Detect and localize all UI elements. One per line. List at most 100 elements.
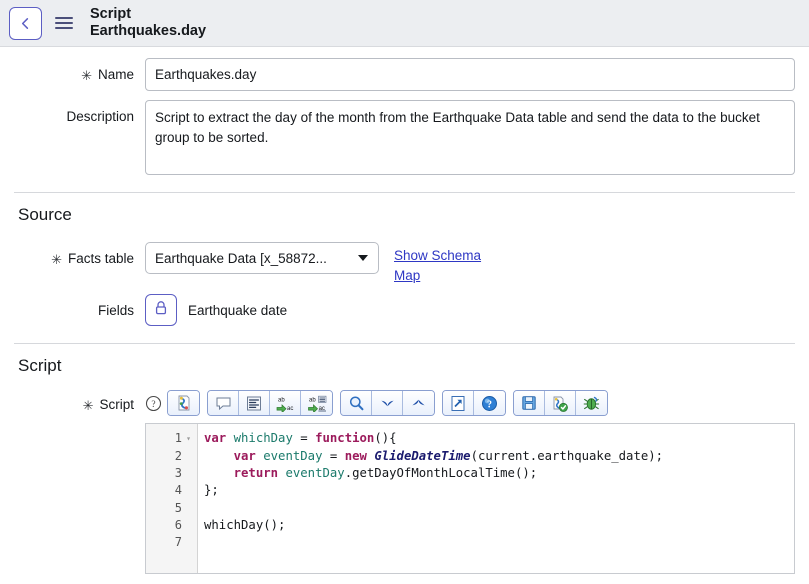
script-toolbar: ? ab ac ab ac ? bbox=[145, 390, 795, 417]
name-label-text: Name bbox=[97, 67, 134, 82]
gutter-line-number: 2 bbox=[174, 448, 182, 463]
find-next-icon[interactable] bbox=[372, 391, 403, 416]
fields-label: Fields bbox=[14, 294, 145, 326]
code-token: }; bbox=[204, 483, 219, 498]
code-token: = bbox=[329, 448, 345, 463]
facts-table-row: ✳ Facts table Earthquake Data [x_58872..… bbox=[0, 242, 809, 285]
app-header: Script Earthquakes.day bbox=[0, 0, 809, 47]
script-row: ✳ Script ? ab ac ab ac ? 1 ▾ 2 3 4 5 6 7… bbox=[0, 390, 809, 575]
description-label-text: Description bbox=[66, 109, 134, 124]
toolbar-group-window: ? bbox=[442, 390, 506, 417]
fields-row: Fields Earthquake date bbox=[0, 294, 809, 327]
gutter-line-number: 3 bbox=[174, 465, 182, 480]
toolbar-group-actions bbox=[513, 390, 608, 417]
code-token: (){ bbox=[374, 431, 397, 446]
name-label: ✳ Name bbox=[14, 58, 145, 91]
gutter-line-number: 6 bbox=[174, 518, 182, 533]
code-token: = bbox=[300, 431, 316, 446]
name-input[interactable] bbox=[145, 58, 795, 91]
code-token: new bbox=[344, 448, 367, 463]
code-fold-toggle[interactable]: ▾ bbox=[184, 430, 193, 447]
editor-code[interactable]: var whichDay = function(){ var eventDay … bbox=[198, 424, 794, 573]
code-token: eventDay bbox=[278, 465, 345, 480]
code-token: function bbox=[315, 431, 375, 446]
comment-icon[interactable] bbox=[208, 391, 239, 416]
facts-table-value: Earthquake Data [x_58872... bbox=[155, 250, 327, 266]
hamburger-icon[interactable] bbox=[55, 7, 77, 40]
script-section-title: Script bbox=[18, 356, 62, 376]
page-title-kicker: Script bbox=[90, 5, 132, 22]
fields-label-text: Fields bbox=[97, 302, 134, 318]
code-line: var whichDay = function(){ bbox=[204, 430, 794, 447]
show-schema-map-link[interactable]: Show Schema Map bbox=[394, 242, 506, 285]
code-token: GlideDateTime bbox=[374, 448, 471, 463]
replace-icon[interactable]: ab ac bbox=[270, 391, 301, 416]
fields-value: Earthquake date bbox=[188, 302, 288, 318]
gutter-line-number: 7 bbox=[174, 535, 182, 550]
code-line: var eventDay = new GlideDateTime(current… bbox=[204, 448, 794, 465]
replace-all-icon[interactable]: ab ac bbox=[301, 391, 332, 416]
back-button[interactable] bbox=[9, 6, 42, 40]
form-area: ✳ Name Description Script to extract the… bbox=[0, 58, 809, 575]
code-token: return bbox=[233, 465, 279, 480]
page-title: Script Earthquakes.day bbox=[90, 6, 206, 40]
syntax-check-icon[interactable] bbox=[545, 391, 576, 416]
facts-table-select[interactable]: Earthquake Data [x_58872... bbox=[145, 242, 379, 274]
editor-gutter: 1 ▾ 2 3 4 5 6 7 bbox=[146, 424, 198, 574]
code-editor[interactable]: 1 ▾ 2 3 4 5 6 7 var whichDay = function(){ var … bbox=[145, 423, 795, 575]
gutter-line-number: 5 bbox=[174, 500, 182, 515]
page-title-main: Earthquakes.day bbox=[90, 23, 207, 39]
svg-text:?: ? bbox=[151, 400, 155, 410]
open-external-icon[interactable] bbox=[443, 391, 474, 416]
code-token: var bbox=[204, 431, 227, 446]
code-line: }; bbox=[204, 482, 794, 499]
toolbar-group-edit: ab ac ab ac bbox=[207, 390, 333, 417]
facts-table-label-text: Facts table bbox=[67, 250, 134, 266]
chevron-left-icon bbox=[18, 16, 33, 31]
script-label-text: Script bbox=[99, 396, 134, 412]
format-code-icon[interactable] bbox=[239, 391, 270, 416]
required-marker-icon: ✳ bbox=[51, 251, 62, 267]
lock-icon bbox=[154, 300, 168, 321]
code-token: whichDay(); bbox=[204, 518, 286, 533]
search-icon[interactable] bbox=[341, 391, 372, 416]
toolbar-group-find bbox=[340, 390, 435, 417]
code-token: (current.earthquake_date); bbox=[470, 448, 664, 463]
description-label: Description bbox=[14, 100, 145, 133]
help-circle-icon[interactable]: ? bbox=[145, 395, 162, 412]
svg-text:ab: ab bbox=[309, 397, 316, 403]
svg-text:ab: ab bbox=[278, 397, 285, 403]
lock-button[interactable] bbox=[145, 294, 177, 327]
name-row: ✳ Name bbox=[0, 58, 809, 91]
svg-text:ac: ac bbox=[287, 406, 293, 412]
facts-table-label: ✳ Facts table bbox=[14, 242, 145, 274]
description-textarea[interactable]: Script to extract the day of the month f… bbox=[145, 100, 795, 175]
help-icon[interactable]: ? bbox=[474, 391, 505, 416]
save-icon[interactable] bbox=[514, 391, 545, 416]
toolbar-group-editor bbox=[167, 390, 200, 417]
gutter-line-number: 4 bbox=[174, 483, 182, 498]
hamburger-line bbox=[55, 27, 73, 29]
source-section-title: Source bbox=[18, 205, 72, 224]
required-marker-icon: ✳ bbox=[81, 68, 92, 83]
script-syntax-editor-icon[interactable] bbox=[168, 391, 199, 416]
script-editor-panel: ? ab ac ab ac ? 1 ▾ 2 3 4 5 6 7 var whic… bbox=[145, 390, 795, 575]
hamburger-line bbox=[55, 17, 73, 19]
code-token: var bbox=[233, 448, 256, 463]
required-marker-icon: ✳ bbox=[82, 397, 94, 413]
code-token: whichDay bbox=[226, 431, 301, 446]
svg-text:?: ? bbox=[487, 399, 492, 410]
debug-icon[interactable] bbox=[576, 391, 607, 416]
facts-table-select-wrap: Earthquake Data [x_58872... bbox=[145, 242, 379, 274]
code-line: whichDay(); bbox=[204, 517, 794, 534]
hamburger-line bbox=[55, 22, 73, 24]
code-token: .getDayOfMonthLocalTime(); bbox=[344, 465, 538, 480]
script-label: ✳ Script bbox=[14, 390, 145, 418]
gutter-line-number: 1 ▾ bbox=[146, 430, 197, 447]
description-row: Description Script to extract the day of… bbox=[0, 100, 809, 175]
find-previous-icon[interactable] bbox=[403, 391, 434, 416]
